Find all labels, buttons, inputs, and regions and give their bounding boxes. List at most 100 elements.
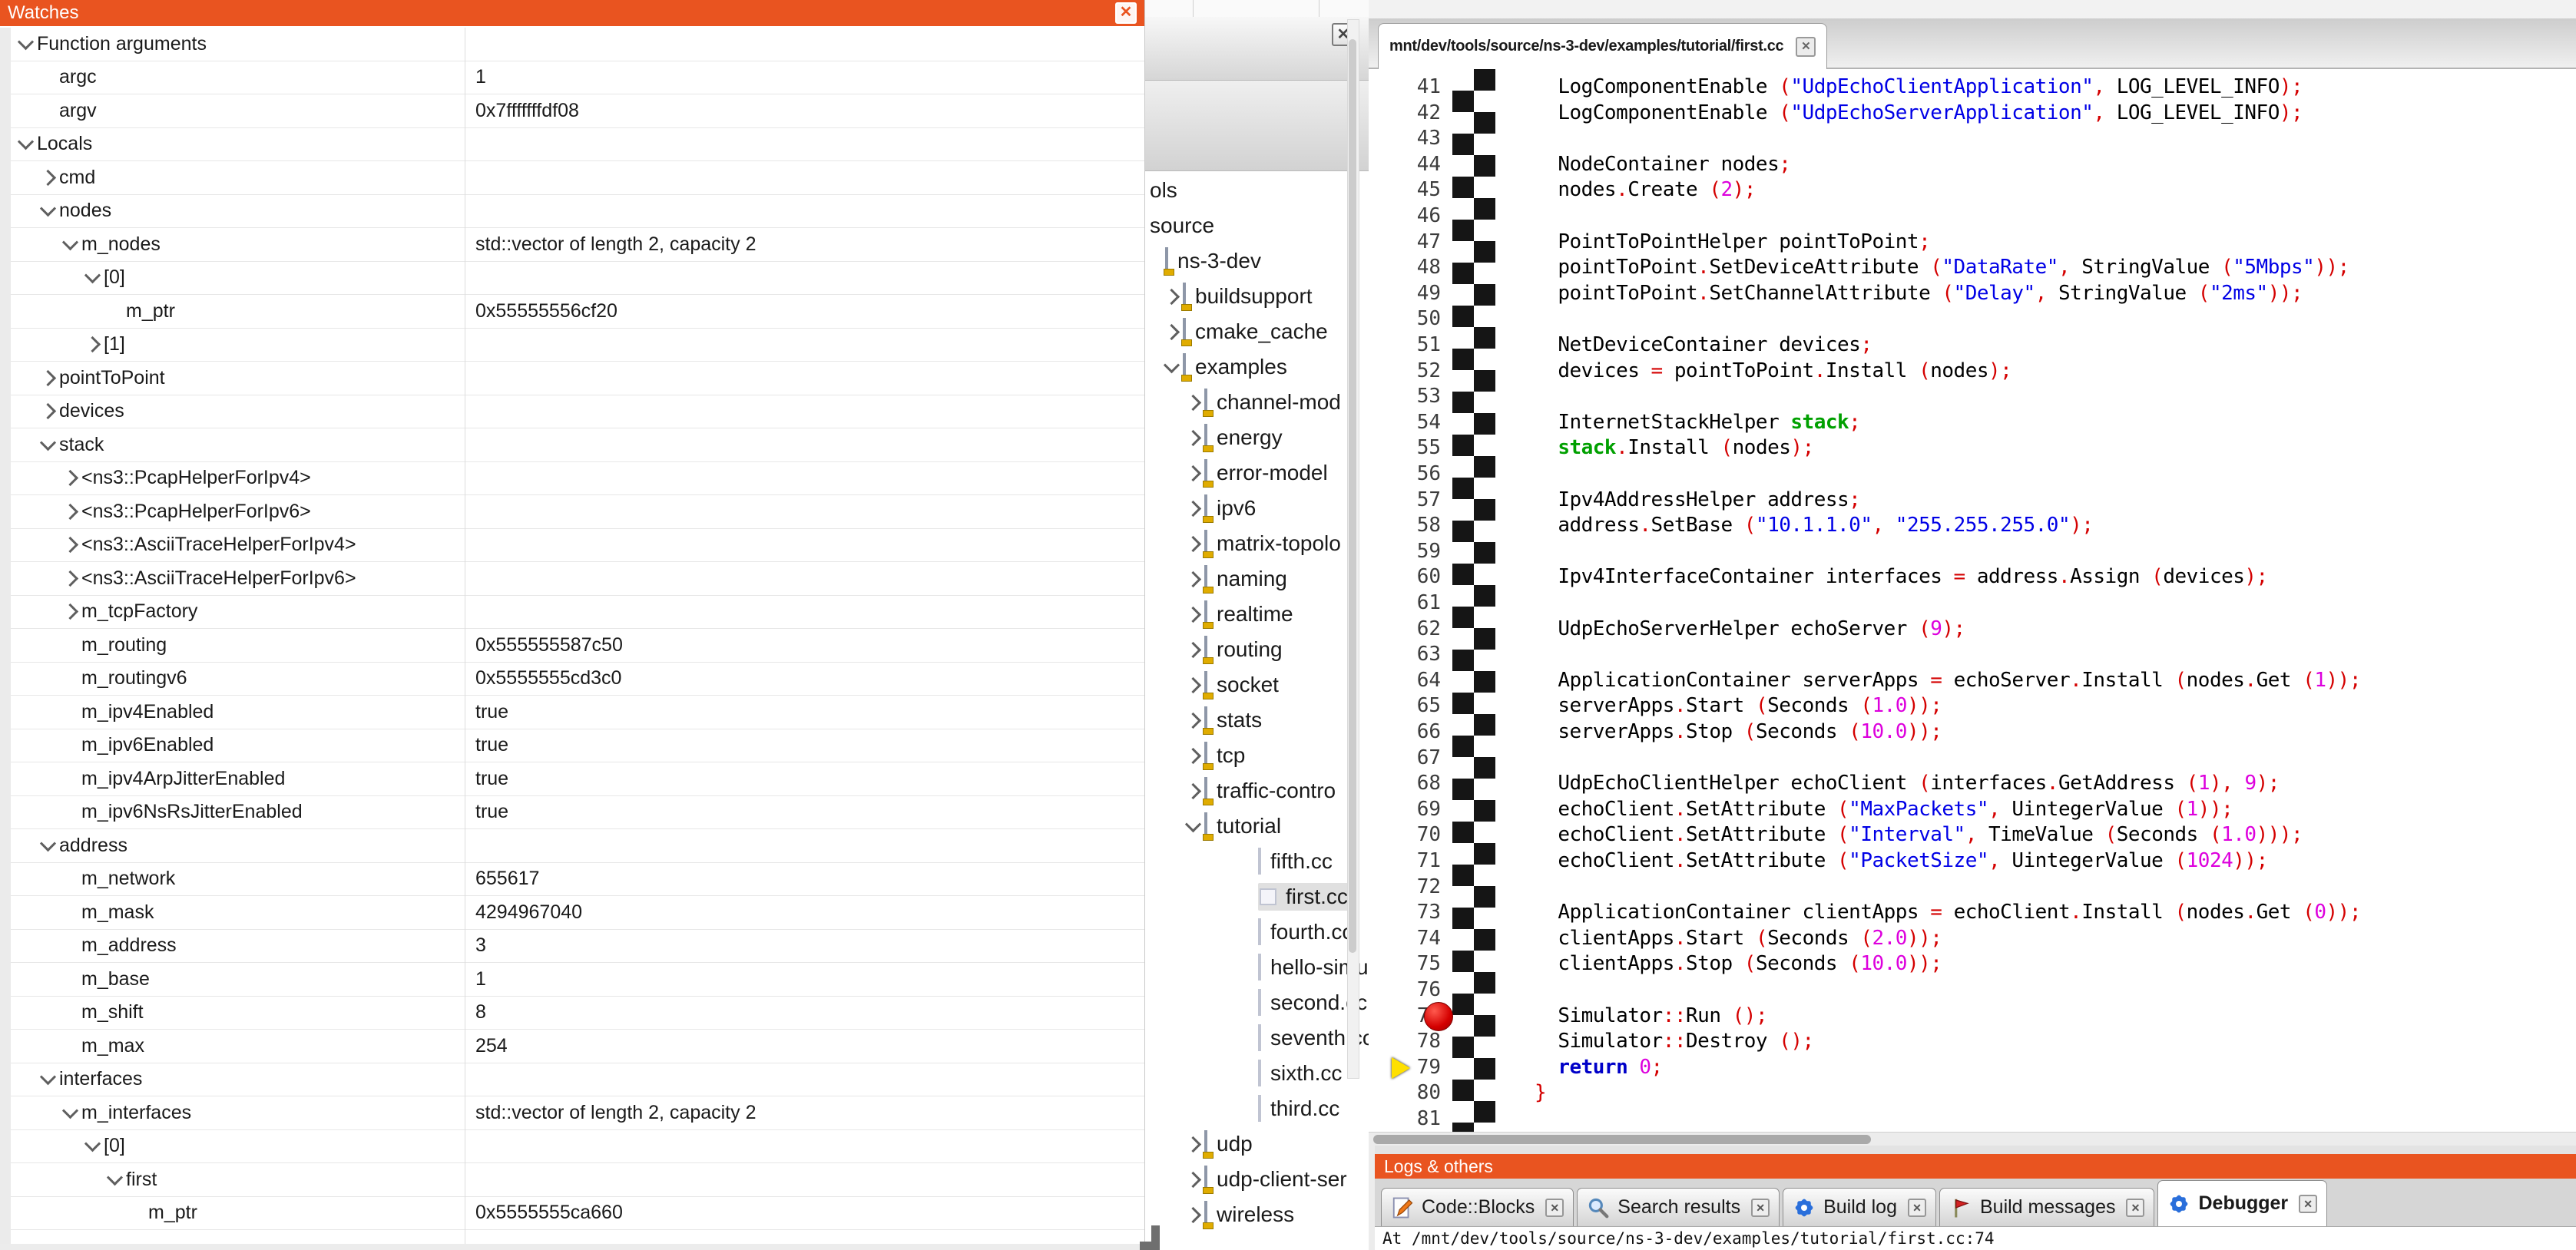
chevron-right-icon[interactable] bbox=[1181, 715, 1204, 726]
code-line[interactable]: 49 pointToPoint.SetChannelAttribute ("De… bbox=[1369, 282, 2576, 308]
tree-item-error-model[interactable]: error-model bbox=[1144, 455, 1369, 491]
chevron-right-icon[interactable] bbox=[1181, 785, 1204, 797]
logs-tab-build-messages[interactable]: Build messages✕ bbox=[1939, 1188, 2154, 1226]
tree-item-buildsupport[interactable]: buildsupport bbox=[1144, 279, 1369, 314]
code-line[interactable]: 57 Ipv4AddressHelper address; bbox=[1369, 488, 2576, 514]
tab-close-icon[interactable]: ✕ bbox=[2126, 1199, 2144, 1217]
chevron-right-icon[interactable] bbox=[1181, 750, 1204, 762]
chevron-down-icon[interactable] bbox=[36, 1073, 59, 1085]
code-line[interactable]: 64 ApplicationContainer serverApps = ech… bbox=[1369, 669, 2576, 695]
watch-row[interactable]: m_max254 bbox=[11, 1030, 1144, 1063]
tab-close-icon[interactable]: ✕ bbox=[1908, 1199, 1926, 1217]
chevron-down-icon[interactable] bbox=[14, 38, 37, 50]
code-line[interactable]: 60 Ipv4InterfaceContainer interfaces = a… bbox=[1369, 565, 2576, 591]
code-line[interactable]: 56 bbox=[1369, 462, 2576, 488]
chevron-down-icon[interactable] bbox=[81, 1140, 104, 1152]
code-line[interactable]: 55 stack.Install (nodes); bbox=[1369, 436, 2576, 462]
tree-item-channel-mod[interactable]: channel-mod bbox=[1144, 385, 1369, 420]
watch-row[interactable]: [0] bbox=[11, 1130, 1144, 1164]
code-line[interactable]: 50 bbox=[1369, 307, 2576, 333]
watch-row[interactable]: cmd bbox=[11, 161, 1144, 195]
chevron-down-icon[interactable] bbox=[1181, 821, 1204, 832]
tree-item-third-cc[interactable]: third.cc bbox=[1144, 1091, 1369, 1126]
code-line[interactable]: 44 NodeContainer nodes; bbox=[1369, 153, 2576, 179]
code-line[interactable]: 76 bbox=[1369, 978, 2576, 1004]
code-line[interactable]: 67 bbox=[1369, 746, 2576, 772]
watch-row[interactable]: m_interfacesstd::vector of length 2, cap… bbox=[11, 1096, 1144, 1130]
chevron-right-icon[interactable] bbox=[1181, 538, 1204, 550]
tree-item-ipv6[interactable]: ipv6 bbox=[1144, 491, 1369, 526]
chevron-down-icon[interactable] bbox=[14, 138, 37, 150]
chevron-right-icon[interactable] bbox=[58, 506, 81, 518]
watch-row[interactable]: m_ipv6NsRsJitterEnabledtrue bbox=[11, 796, 1144, 830]
watches-resize-grip[interactable] bbox=[1151, 1225, 1160, 1250]
watch-row[interactable]: m_nodesstd::vector of length 2, capacity… bbox=[11, 228, 1144, 262]
watch-row[interactable]: m_ipv4ArpJitterEnabledtrue bbox=[11, 762, 1144, 796]
tab-close-icon[interactable]: ✕ bbox=[2299, 1195, 2317, 1213]
code-line[interactable]: 48 pointToPoint.SetDeviceAttribute ("Dat… bbox=[1369, 256, 2576, 282]
watch-row[interactable]: m_ptr0x55555556cf20 bbox=[11, 295, 1144, 329]
chevron-down-icon[interactable] bbox=[1160, 362, 1183, 373]
watch-row[interactable]: <ns3::AsciiTraceHelperForIpv4> bbox=[11, 529, 1144, 563]
code-line[interactable]: 63 bbox=[1369, 643, 2576, 669]
code-line[interactable]: 43 bbox=[1369, 127, 2576, 153]
code-line[interactable]: 65 serverApps.Start (Seconds (1.0)); bbox=[1369, 694, 2576, 720]
code-line[interactable]: 59 bbox=[1369, 540, 2576, 566]
project-tree-scrollbar[interactable] bbox=[1347, 19, 1359, 1079]
chevron-right-icon[interactable] bbox=[36, 372, 59, 384]
chevron-right-icon[interactable] bbox=[1181, 574, 1204, 585]
tab-close-icon[interactable]: ✕ bbox=[1751, 1199, 1770, 1217]
code-line[interactable]: 68 UdpEchoClientHelper echoClient (inter… bbox=[1369, 772, 2576, 798]
code-line[interactable]: 54 InternetStackHelper stack; bbox=[1369, 411, 2576, 437]
watch-row[interactable]: Function arguments bbox=[11, 28, 1144, 61]
watch-row[interactable]: <ns3::PcapHelperForIpv4> bbox=[11, 462, 1144, 496]
watch-row[interactable]: [0] bbox=[11, 262, 1144, 296]
chevron-right-icon[interactable] bbox=[1181, 468, 1204, 479]
watch-row[interactable]: m_address3 bbox=[11, 930, 1144, 964]
code-line[interactable]: 77 Simulator::Run (); bbox=[1369, 1004, 2576, 1030]
chevron-right-icon[interactable] bbox=[1181, 432, 1204, 444]
editor-tab-first-cc[interactable]: mnt/dev/tools/source/ns-3-dev/examples/t… bbox=[1378, 23, 1827, 69]
logs-titlebar[interactable]: Logs & others bbox=[1375, 1154, 2576, 1179]
watch-row[interactable]: m_routing0x555555587c50 bbox=[11, 629, 1144, 663]
watch-row[interactable]: argv0x7fffffffdf08 bbox=[11, 94, 1144, 128]
logs-tab-debugger[interactable]: Debugger✕ bbox=[2157, 1180, 2327, 1226]
watches-close-icon[interactable]: ✕ bbox=[1115, 2, 1137, 24]
tree-item-fifth-cc[interactable]: fifth.cc bbox=[1144, 844, 1369, 879]
chevron-right-icon[interactable] bbox=[58, 573, 81, 584]
code-line[interactable]: 47 PointToPointHelper pointToPoint; bbox=[1369, 230, 2576, 256]
chevron-right-icon[interactable] bbox=[1181, 1174, 1204, 1186]
tree-item-tutorial[interactable]: tutorial bbox=[1144, 809, 1369, 844]
tree-item-tcp[interactable]: tcp bbox=[1144, 738, 1369, 773]
code-editor[interactable]: 41 LogComponentEnable ("UdpEchoClientApp… bbox=[1369, 69, 2576, 1132]
logs-tab-code-blocks[interactable]: Code::Blocks✕ bbox=[1381, 1188, 1574, 1226]
code-line[interactable]: 42 LogComponentEnable ("UdpEchoServerApp… bbox=[1369, 101, 2576, 127]
code-line[interactable]: 46 bbox=[1369, 204, 2576, 230]
tree-item-naming[interactable]: naming bbox=[1144, 561, 1369, 597]
editor-tab-close-icon[interactable]: ✕ bbox=[1796, 37, 1816, 57]
code-line[interactable]: 74 clientApps.Start (Seconds (2.0)); bbox=[1369, 927, 2576, 953]
editor-hscrollbar[interactable] bbox=[1369, 1132, 2576, 1146]
chevron-right-icon[interactable] bbox=[1181, 503, 1204, 514]
tree-item-second-cc[interactable]: second.cc bbox=[1144, 985, 1369, 1020]
chevron-down-icon[interactable] bbox=[58, 1107, 81, 1119]
code-line[interactable]: 73 ApplicationContainer clientApps = ech… bbox=[1369, 901, 2576, 927]
chevron-right-icon[interactable] bbox=[36, 172, 59, 184]
code-line[interactable]: 81 bbox=[1369, 1107, 2576, 1132]
tree-item-routing[interactable]: routing bbox=[1144, 632, 1369, 667]
chevron-down-icon[interactable] bbox=[36, 205, 59, 217]
chevron-down-icon[interactable] bbox=[81, 272, 104, 283]
chevron-down-icon[interactable] bbox=[103, 1174, 126, 1186]
chevron-right-icon[interactable] bbox=[1160, 291, 1183, 303]
chevron-right-icon[interactable] bbox=[1160, 326, 1183, 338]
watch-row[interactable]: m_network655617 bbox=[11, 863, 1144, 897]
watch-row[interactable]: argc1 bbox=[11, 61, 1144, 95]
tree-item-traffic-contro[interactable]: traffic-contro bbox=[1144, 773, 1369, 809]
tree-item-sixth-cc[interactable]: sixth.cc bbox=[1144, 1056, 1369, 1091]
watch-row[interactable]: <ns3::PcapHelperForIpv6> bbox=[11, 495, 1144, 529]
code-line[interactable]: 66 serverApps.Stop (Seconds (10.0)); bbox=[1369, 720, 2576, 746]
watches-titlebar[interactable]: Watches ✕ bbox=[0, 0, 1144, 26]
tree-item-cmake-cache[interactable]: cmake_cache bbox=[1144, 314, 1369, 349]
watch-row[interactable]: m_mask4294967040 bbox=[11, 896, 1144, 930]
watch-row[interactable]: <ns3::AsciiTraceHelperForIpv6> bbox=[11, 562, 1144, 596]
